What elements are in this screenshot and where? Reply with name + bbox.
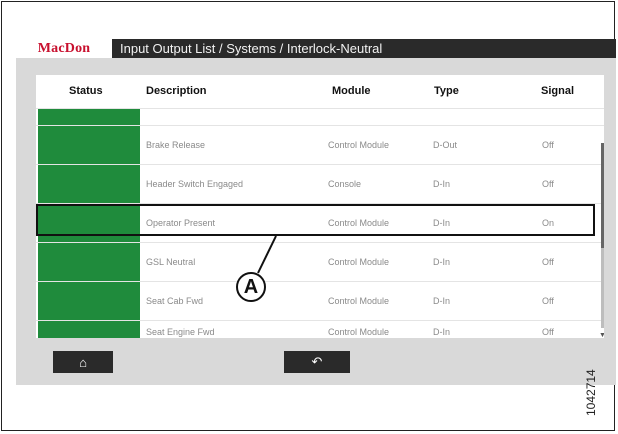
row-type: D-In [433,257,451,267]
scrollbar-thumb[interactable] [601,143,604,248]
vertical-scrollbar[interactable] [601,143,604,328]
back-button[interactable]: ↶ [284,351,350,373]
row-module: Control Module [328,257,390,267]
row-module: Control Module [328,140,390,150]
breadcrumb: Input Output List / Systems / Interlock-… [120,41,383,56]
figure-id: 1042714 [584,369,598,417]
row-signal: Off [542,327,554,337]
table-row[interactable]: Seat Cab Fwd Control Module D-In Off [36,281,604,320]
row-module: Console [328,179,362,189]
column-header-signal: Signal [541,85,575,97]
column-header-status: Status [69,85,103,97]
column-header-module: Module [332,85,371,97]
row-description: Brake Release [146,140,206,150]
row-type: D-In [433,296,451,306]
table-row[interactable] [36,108,604,125]
scroll-down-arrow-icon[interactable]: ▼ [599,332,604,338]
row-module: Control Module [328,327,390,337]
callout-label-a: A [236,272,266,302]
status-indicator [38,126,140,164]
row-description: Seat Cab Fwd [146,296,204,306]
row-signal: Off [542,179,554,189]
row-description: GSL Neutral [146,257,196,267]
back-arrow-icon: ↶ [311,354,323,369]
row-type: D-In [433,179,451,189]
table-row[interactable]: GSL Neutral Control Module D-In Off [36,242,604,281]
home-icon: ⌂ [79,354,87,370]
row-description: Seat Engine Fwd [146,327,215,337]
highlight-box-operator-present [36,204,595,236]
row-signal: Off [542,296,554,306]
row-description: Header Switch Engaged [146,179,244,189]
column-header-description: Description [146,85,207,97]
column-header-type: Type [434,85,459,97]
status-indicator [38,282,140,320]
status-indicator [38,321,140,338]
status-indicator [38,243,140,281]
home-button[interactable]: ⌂ [53,351,113,373]
row-type: D-In [433,327,451,337]
status-indicator [38,109,140,125]
title-bar: MacDon Input Output List / Systems / Int… [16,39,616,58]
table-row[interactable]: Seat Engine Fwd Control Module D-In Off [36,320,604,338]
macdon-logo: MacDon [16,39,112,58]
status-indicator [38,165,140,203]
table-row[interactable]: Brake Release Control Module D-Out Off [36,125,604,164]
table-row[interactable]: Header Switch Engaged Console D-In Off [36,164,604,203]
row-signal: Off [542,257,554,267]
row-signal: Off [542,140,554,150]
row-type: D-Out [433,140,458,150]
row-module: Control Module [328,296,390,306]
